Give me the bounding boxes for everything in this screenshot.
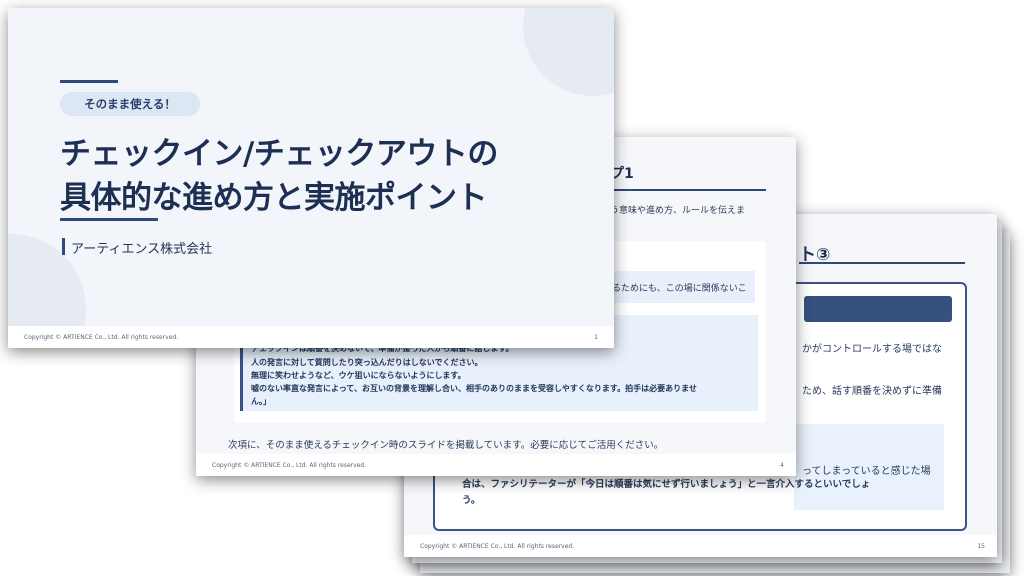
body-text: かがコントロールする場ではな <box>802 344 942 355</box>
accent-line <box>60 80 118 83</box>
heading-underline <box>610 189 766 191</box>
company-marker <box>62 238 65 255</box>
decor-circle <box>523 8 614 96</box>
quote-line: 嘘のない率直な発言によって、お互いの背景を理解し合い、相手のありのままを受容しや… <box>251 384 697 393</box>
next-text: 次項に、そのまま使えるチェックイン時のスライドを掲載しています。必要に応じてご活… <box>228 440 664 451</box>
copyright: Copyright © ARTIENCE Co., Ltd. All right… <box>420 543 575 550</box>
company-name: アーティエンス株式会社 <box>71 242 213 257</box>
slide-thumbnail-1[interactable]: そのまま使える！ チェックイン/チェックアウトの 具体的な進め方と実施ポイント … <box>8 8 614 348</box>
section-bar <box>804 296 952 322</box>
quote-line: 無理に笑わせようなど、ウケ狙いにならないようにします。 <box>251 371 466 380</box>
note-text: るためにも、この場に関係ないこ <box>612 284 747 294</box>
slide-footer: Copyright © ARTIENCE Co., Ltd. All right… <box>404 535 997 557</box>
heading-underline <box>799 262 965 264</box>
page-number: 4 <box>780 462 784 469</box>
badge: そのまま使える！ <box>60 92 200 116</box>
title-underline <box>60 218 158 221</box>
page-number: 1 <box>594 334 598 341</box>
quote-line: 人の発言に対して質問したり突っ込んだりはしないでください。 <box>251 358 483 367</box>
body-text: ため、話す順番を決めずに準備 <box>802 386 942 397</box>
title-line-2: 具体的な進め方と実施ポイント <box>60 180 488 216</box>
body-text: う。 <box>462 495 481 506</box>
quote-line: ん。」 <box>251 397 271 406</box>
page-number: 15 <box>977 543 985 550</box>
copyright: Copyright © ARTIENCE Co., Ltd. All right… <box>212 462 367 469</box>
slide-footer: Copyright © ARTIENCE Co., Ltd. All right… <box>196 454 796 476</box>
body-text: 合は、ファシリテーターが「今日は順番は気にせず行いましょう」と一言介入するといい… <box>462 479 871 490</box>
slide-footer: Copyright © ARTIENCE Co., Ltd. All right… <box>8 326 614 348</box>
intro-text: う意味や進め方、ルールを伝えま <box>610 206 746 216</box>
body-text: ってしまっていると感じた場 <box>802 466 931 477</box>
title-line-1: チェックイン/チェックアウトの <box>60 136 498 172</box>
copyright: Copyright © ARTIENCE Co., Ltd. All right… <box>24 334 179 341</box>
